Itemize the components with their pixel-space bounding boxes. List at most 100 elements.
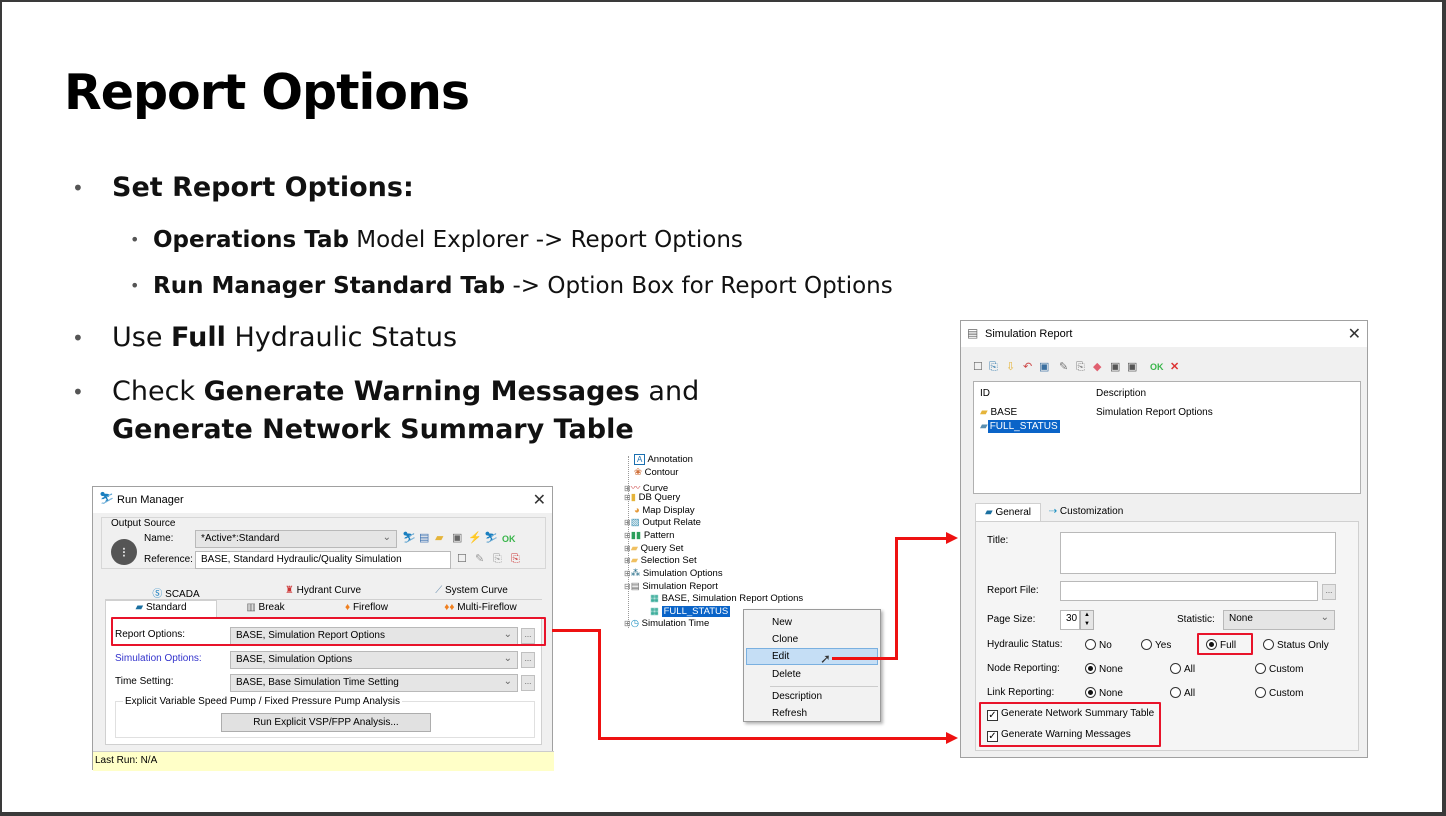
selection-set-icon: ▰ [630, 555, 639, 566]
radio-hydraulic-yes[interactable]: Yes [1141, 639, 1171, 651]
save-as-icon[interactable]: ⚡ [468, 532, 482, 544]
tree-item-db-query[interactable]: ⊞▮ DB Query [624, 492, 680, 503]
close-icon[interactable]: ✕ [533, 490, 546, 510]
reference-field[interactable]: BASE, Standard Hydraulic/Quality Simulat… [195, 551, 451, 569]
report-file-label: Report File: [987, 585, 1039, 596]
expand-icon[interactable]: ⊞ [624, 531, 631, 540]
hydrant-icon: ♜ [284, 585, 297, 596]
expand-icon[interactable]: ⊞ [624, 619, 631, 628]
menu-item-refresh[interactable]: Refresh [772, 708, 807, 719]
tree-item-selection-set[interactable]: ⊞▰ Selection Set [624, 555, 697, 566]
radio-link-none[interactable]: None [1085, 687, 1123, 699]
name-dropdown[interactable]: *Active*:Standard ⌄ [195, 530, 397, 548]
new-icon[interactable]: ☐ [457, 553, 467, 565]
simulation-options-dropdown[interactable]: BASE, Simulation Options ⌄ [230, 651, 518, 669]
tree-item-simulation-report[interactable]: ⊟▤ Simulation Report [624, 581, 718, 592]
explicit-group-label: Explicit Variable Speed Pump / Fixed Pre… [123, 696, 402, 707]
expand-icon[interactable]: ⊞ [624, 518, 631, 527]
menu-item-delete[interactable]: Delete [772, 669, 801, 680]
simulation-options-ellipsis-button[interactable]: ... [521, 652, 535, 668]
simulation-options-label[interactable]: Simulation Options: [115, 653, 202, 664]
radio-node-all[interactable]: All [1170, 663, 1195, 675]
import-icon[interactable]: ⇩ [1006, 361, 1015, 373]
page-size-stepper[interactable]: ▲ ▼ [1080, 610, 1094, 630]
ok-button[interactable]: OK [502, 533, 516, 545]
report-file-browse-button[interactable]: ... [1322, 584, 1336, 600]
compute-icon[interactable]: ⛷ [402, 532, 416, 544]
list-row-full-status[interactable]: ▰ FULL_STATUS [980, 420, 1060, 433]
expand-icon[interactable]: ⊞ [624, 544, 631, 553]
menu-item-new[interactable]: New [772, 617, 792, 628]
clone-icon[interactable]: ⎘ [493, 553, 502, 565]
save-as-icon[interactable]: ▣ [1127, 361, 1137, 373]
new-icon[interactable]: ☐ [973, 361, 983, 373]
tree-item-annotation[interactable]: A Annotation [624, 454, 693, 465]
column-header-description[interactable]: Description [1096, 388, 1146, 399]
save-icon[interactable]: ▣ [1110, 361, 1120, 373]
edit-icon[interactable]: ✎ [475, 553, 484, 565]
simulation-options-icon: ⁂ [630, 568, 641, 579]
tab-customization[interactable]: ⇢ Customization [1043, 506, 1129, 517]
radio-link-all[interactable]: All [1170, 687, 1195, 699]
tab-break[interactable]: ▥ Break [217, 602, 314, 613]
tab-fireflow[interactable]: ♦ Fireflow [314, 602, 419, 613]
tree-item-pattern[interactable]: ⊞▮▮ Pattern [624, 530, 674, 541]
time-setting-label: Time Setting: [115, 676, 174, 687]
menu-item-clone[interactable]: Clone [772, 634, 798, 645]
time-setting-ellipsis-button[interactable]: ... [521, 675, 535, 691]
radio-hydraulic-status-only[interactable]: Status Only [1263, 639, 1329, 651]
time-setting-dropdown[interactable]: BASE, Base Simulation Time Setting ⌄ [230, 674, 518, 692]
status-bar: Last Run: N/A [93, 751, 554, 771]
column-header-id[interactable]: ID [980, 388, 990, 399]
undo-icon[interactable]: ↶ [1023, 361, 1032, 373]
tab-multi-fireflow[interactable]: ♦♦ Multi-Fireflow [419, 602, 542, 613]
tree-item-full-status[interactable]: ▦ FULL_STATUS [650, 606, 731, 617]
expand-icon[interactable]: ⊞ [624, 493, 631, 502]
menu-item-edit[interactable]: Edit [772, 651, 789, 662]
list-row-base[interactable]: ▰ BASE [980, 407, 1017, 418]
radio-node-custom[interactable]: Custom [1255, 663, 1303, 675]
tree-item-contour[interactable]: ❀ Contour [624, 467, 678, 478]
tree-item-simulation-options[interactable]: ⊞⁂ Simulation Options [624, 568, 723, 579]
edit-icon[interactable]: ✎ [1059, 361, 1068, 373]
duplicate-icon[interactable]: ⎘ [989, 361, 998, 373]
delete-icon[interactable]: ⎘ [511, 553, 520, 565]
expand-icon[interactable]: ⊞ [624, 569, 631, 578]
tree-item-base-report[interactable]: ▦ BASE, Simulation Report Options [650, 593, 803, 604]
statistic-dropdown[interactable]: None ⌄ [1223, 610, 1335, 630]
radio-link-custom[interactable]: Custom [1255, 687, 1303, 699]
tab-hydrant-curve[interactable]: ♜ Hydrant Curve [247, 585, 399, 596]
rename-icon[interactable]: ⎘ [1076, 361, 1085, 373]
radio-node-none[interactable]: None [1085, 663, 1123, 675]
id-icon[interactable]: ▣ [1039, 361, 1049, 373]
collapse-icon[interactable]: ⊟ [624, 582, 631, 591]
run-explicit-button[interactable]: Run Explicit VSP/FPP Analysis... [221, 713, 431, 732]
stop-compute-icon[interactable]: ⛷ [484, 532, 498, 544]
page-size-input[interactable]: 30 [1060, 610, 1080, 630]
close-icon[interactable]: ✕ [1348, 324, 1361, 344]
tree-item-simulation-time[interactable]: ⊞◷ Simulation Time [624, 618, 709, 629]
radio-hydraulic-no[interactable]: No [1085, 639, 1112, 651]
tree-item-output-relate[interactable]: ⊞▧ Output Relate [624, 517, 701, 528]
traffic-light-icon: ⁝ [111, 539, 137, 565]
tab-system-curve[interactable]: ⟋ System Curve [399, 585, 544, 596]
eraser-icon[interactable]: ◆ [1093, 361, 1101, 373]
expand-icon[interactable]: ⊞ [624, 556, 631, 565]
title-input[interactable] [1060, 532, 1336, 574]
ok-button[interactable]: OK [1150, 361, 1164, 373]
tab-scada[interactable]: Ⓢ SCADA [105, 585, 247, 600]
open-folder-icon[interactable]: ▰ [435, 532, 443, 544]
menu-item-description[interactable]: Description [772, 691, 822, 702]
save-icon[interactable]: ▣ [452, 532, 462, 544]
tab-general[interactable]: ▰ General [975, 503, 1041, 521]
report-file-input[interactable] [1060, 581, 1318, 601]
tree-item-query-set[interactable]: ⊞▰ Query Set [624, 543, 683, 554]
cancel-button[interactable]: ✕ [1170, 361, 1179, 373]
tree-item-map-display[interactable]: ◕ Map Display [624, 505, 695, 516]
db-query-icon: ▮ [630, 492, 636, 503]
title-label: Title: [987, 535, 1009, 546]
report-icon[interactable]: ▤ [419, 532, 429, 544]
tab-standard[interactable]: ▰ Standard [105, 600, 217, 617]
simulation-report-icon: ▤ [630, 581, 640, 592]
arrow-segment [598, 629, 601, 739]
